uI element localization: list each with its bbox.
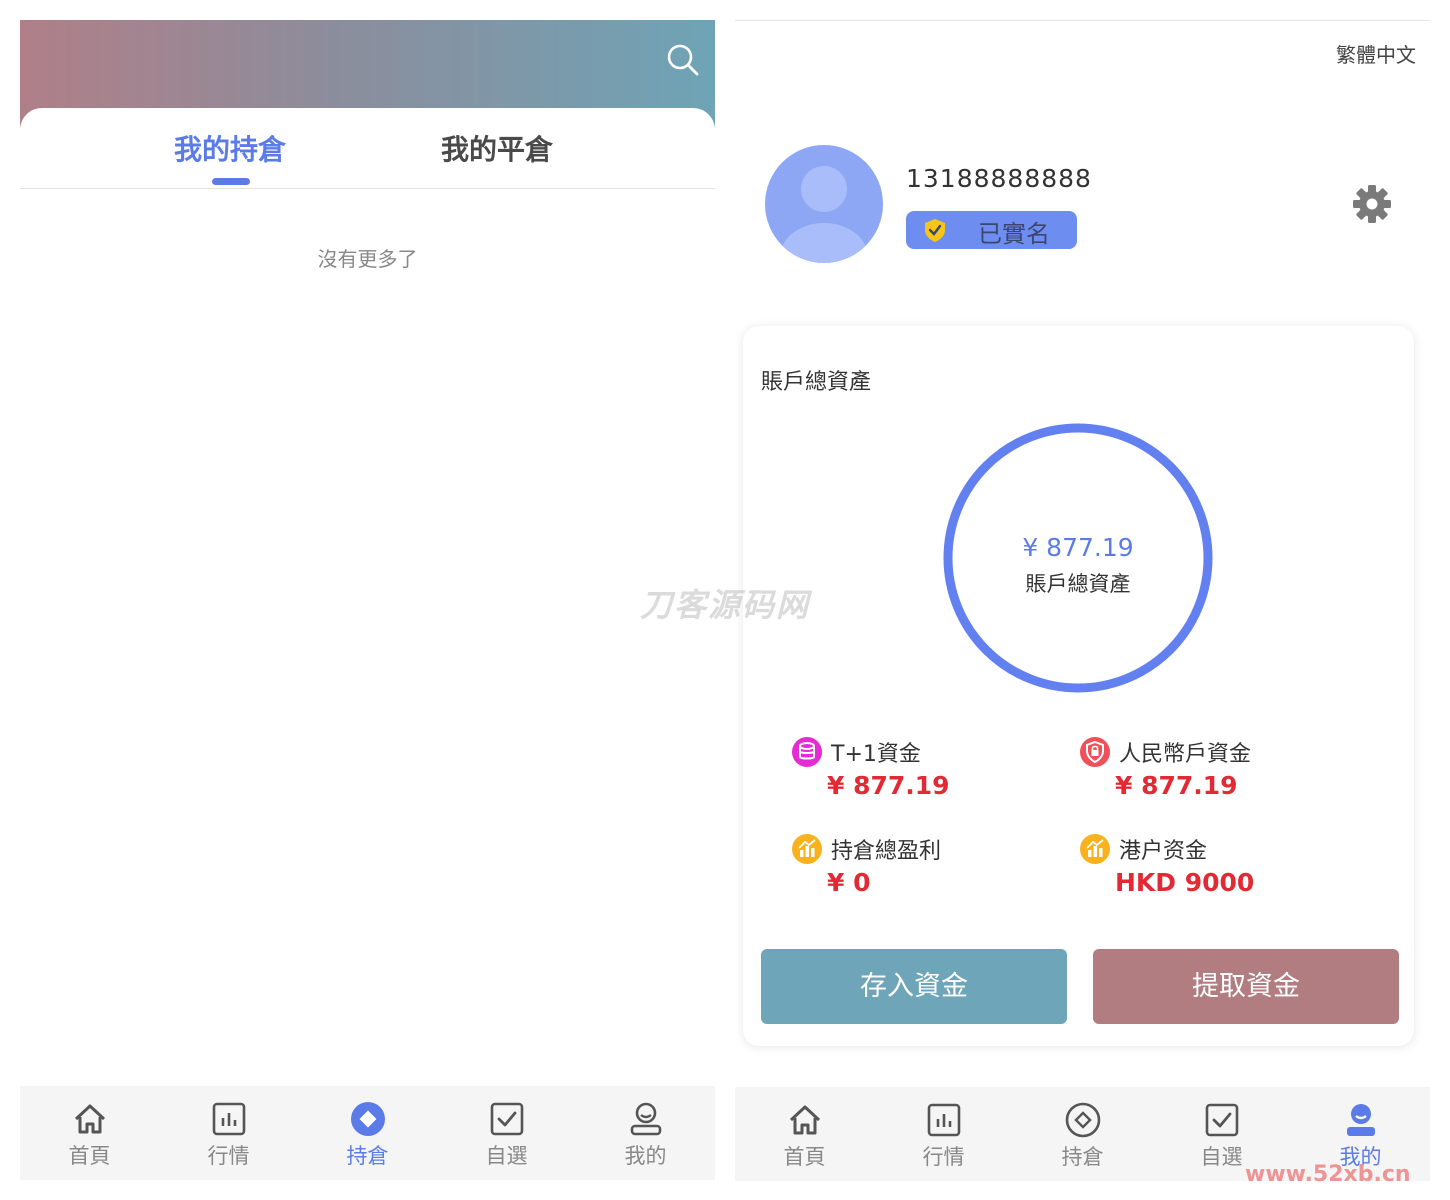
fund-name: 持倉總盈利 [831,839,942,864]
nav-item-home[interactable]: 首頁 [735,1087,874,1181]
nav-item-mine[interactable]: 我的 [576,1086,715,1180]
tab-my-closed[interactable]: 我的平倉 [441,128,553,168]
tab-indicator [212,178,250,185]
chart-icon [212,1102,245,1136]
user-phone: 13188888888 [906,164,1092,193]
withdraw-button[interactable]: 提取資金 [1093,949,1399,1024]
nav-label: 持倉 [346,1144,389,1168]
nav-label: 行情 [207,1144,250,1168]
nav-item-market[interactable]: 行情 [874,1087,1013,1181]
deposit-button[interactable]: 存入資金 [761,949,1067,1024]
tab-bar: 我的持倉 我的平倉 [20,108,715,189]
fund-value: ¥ 877.19 [1115,771,1238,800]
tab-my-holdings[interactable]: 我的持倉 [174,128,286,168]
watchlist-icon [490,1102,523,1136]
fund-value: ¥ 0 [827,868,871,897]
fund-name: 港户资金 [1119,839,1208,864]
verified-badge[interactable]: 已實名 [906,211,1077,249]
fund-value: HKD 9000 [1115,868,1255,897]
shield-check-icon [925,219,945,242]
avatar-person-icon [780,166,868,263]
fund-name: T+1資金 [831,742,921,767]
nav-item-holdings[interactable]: 持倉 [298,1086,437,1180]
account-screen: 繁體中文 13188888888 已實名 賬戶總資產 ¥ 877.19 賬戶總資… [735,20,1430,1181]
nav-label: 自選 [485,1144,528,1168]
center-watermark: 刀客源码网 [640,586,811,624]
search-icon[interactable] [665,42,701,78]
nav-label: 我的 [624,1144,667,1168]
bar-chart-icon [1080,834,1110,864]
holdings-icon [1065,1102,1100,1138]
database-icon [792,737,822,767]
fund-value: ¥ 877.19 [827,771,950,800]
nav-label: 首頁 [783,1145,826,1169]
fund-name: 人民幣戶資金 [1119,742,1252,767]
gear-icon[interactable] [1351,183,1393,225]
nav-item-market[interactable]: 行情 [159,1086,298,1180]
avatar[interactable] [765,145,883,263]
shield-lock-icon [1080,737,1110,767]
holdings-screen: 我的持倉 我的平倉 沒有更多了 首頁 行情 持倉 自選 我的 [20,20,715,1180]
bar-chart-icon [792,834,822,864]
total-asset-label: 賬戶總資產 [1025,572,1131,596]
total-asset-value: ¥ 877.19 [1022,533,1134,562]
watchlist-icon [1205,1103,1238,1137]
asset-card: 賬戶總資產 ¥ 877.19 賬戶總資產 T+1資金 ¥ 877.19 人民幣戶 [743,326,1414,1046]
nav-item-holdings[interactable]: 持倉 [1013,1087,1152,1181]
home-icon [789,1105,820,1135]
profile-icon [630,1102,661,1136]
empty-list-text: 沒有更多了 [317,247,418,271]
language-switch[interactable]: 繁體中文 [1336,39,1416,68]
nav-label: 持倉 [1061,1145,1104,1169]
chart-icon [927,1103,960,1137]
nav-item-home[interactable]: 首頁 [20,1086,159,1180]
nav-item-watchlist[interactable]: 自選 [437,1086,576,1180]
nav-label: 首頁 [68,1144,111,1168]
holdings-icon [350,1102,385,1136]
site-watermark: www.52xb.cn [1245,1162,1411,1187]
nav-label: 行情 [922,1145,965,1169]
home-icon [74,1104,105,1134]
profile-icon [1346,1104,1375,1136]
verified-label: 已實名 [978,220,1050,248]
bottom-nav: 首頁 行情 持倉 自選 我的 [20,1086,715,1180]
card-title: 賬戶總資產 [761,370,872,395]
nav-label: 自選 [1200,1145,1243,1169]
